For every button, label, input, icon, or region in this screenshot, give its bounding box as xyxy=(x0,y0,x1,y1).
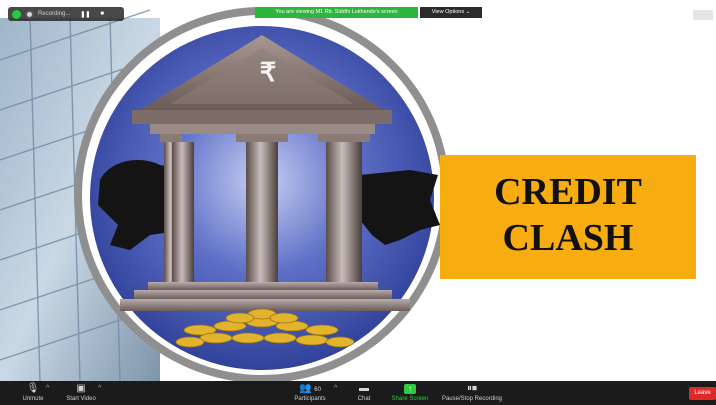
title-line-1: CREDIT xyxy=(494,171,642,213)
participants-icon: 👥 xyxy=(299,383,312,394)
meeting-toolbar: 🎙 Unmute ^ ▣ Start Video ^ 👥 60 Particip… xyxy=(0,381,716,405)
start-video-button[interactable]: ▣ Start Video xyxy=(62,383,100,403)
slide-title: CREDIT CLASH xyxy=(440,169,696,261)
viewing-screen-banner: You are viewing M1 Rtr. Siddhi Lokhande'… xyxy=(255,7,418,18)
recording-label: Recording... xyxy=(38,11,71,17)
leave-button[interactable]: Leave xyxy=(689,387,716,400)
top-bar: Recording... ❚❚ ■ You are viewing M1 Rtr… xyxy=(0,0,716,21)
pause-stop-icon: ⏸⏹ xyxy=(467,383,477,394)
rupee-symbol: ₹ xyxy=(259,58,277,87)
bank-steps xyxy=(148,282,378,290)
chat-button[interactable]: ▬ Chat xyxy=(352,383,376,403)
recording-indicator: Recording... ❚❚ ■ xyxy=(8,7,124,21)
view-options-button[interactable]: View Options ⌄ xyxy=(420,7,482,18)
title-line-2: CLASH xyxy=(502,217,634,259)
participants-options-caret-icon[interactable]: ^ xyxy=(334,385,337,392)
pause-stop-recording-button[interactable]: ⏸⏹ Pause/Stop Recording xyxy=(440,383,504,403)
shared-screen: ₹ CREDIT CLASH Recording... ❚❚ ■ You are… xyxy=(0,0,716,405)
title-box: CREDIT CLASH xyxy=(440,155,696,279)
pause-recording-button[interactable]: ❚❚ xyxy=(80,11,90,18)
video-options-caret-icon[interactable]: ^ xyxy=(98,385,101,392)
video-off-icon: ▣ xyxy=(76,383,86,394)
stop-recording-button[interactable]: ■ xyxy=(100,11,104,17)
chat-icon: ▬ xyxy=(359,383,369,394)
window-control-button[interactable] xyxy=(693,10,713,20)
share-screen-button[interactable]: ↑ Share Screen xyxy=(388,383,432,403)
security-shield-icon[interactable] xyxy=(12,9,21,19)
muted-mic-icon: 🎙 xyxy=(26,383,40,394)
participants-button[interactable]: 👥 60 Participants xyxy=(290,383,330,403)
share-screen-icon: ↑ xyxy=(404,384,416,394)
record-icon xyxy=(25,9,34,19)
participants-count: 60 xyxy=(314,387,321,393)
bank-pillars xyxy=(160,134,370,282)
unmute-button[interactable]: 🎙 Unmute xyxy=(18,383,48,403)
audio-options-caret-icon[interactable]: ^ xyxy=(46,385,49,392)
